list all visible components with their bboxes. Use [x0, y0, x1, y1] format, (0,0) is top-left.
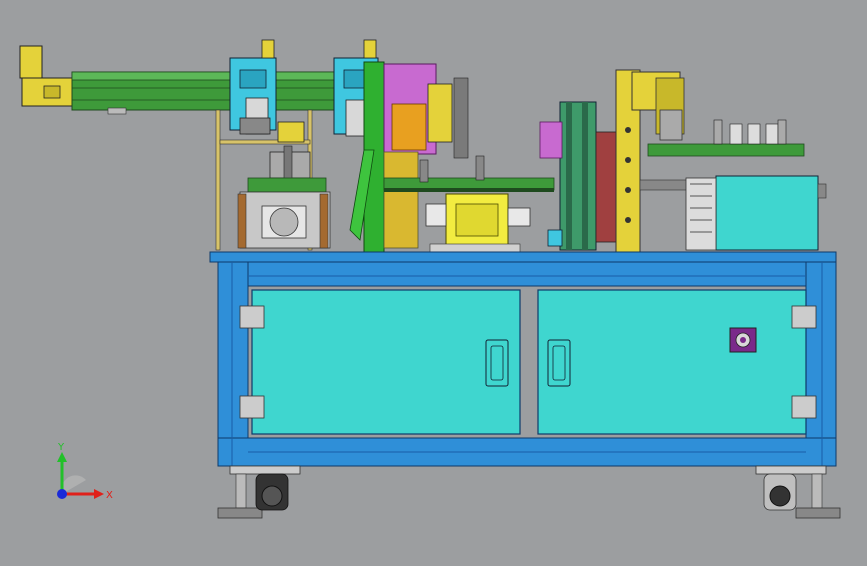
y-axis-label: Y [57, 442, 65, 453]
coordinate-triad-icon: Y X [57, 442, 113, 501]
left-linear-module [19, 45, 373, 115]
cad-viewport[interactable]: Y X [0, 0, 867, 562]
spindle-motor [425, 193, 531, 253]
emergency-stop-icon[interactable] [729, 327, 757, 353]
center-vertical-slide [539, 101, 619, 251]
x-axis-label: X [106, 490, 113, 501]
z-axis [57, 489, 67, 499]
caster-right [755, 465, 841, 519]
right-cabinet-door[interactable] [537, 289, 807, 435]
machine-model [19, 39, 841, 519]
material-bin [685, 175, 827, 251]
roller-drive-unit [237, 177, 331, 249]
caster-left [217, 465, 301, 519]
slide-carriage-1 [229, 39, 277, 135]
left-cabinet-door[interactable] [251, 289, 521, 435]
